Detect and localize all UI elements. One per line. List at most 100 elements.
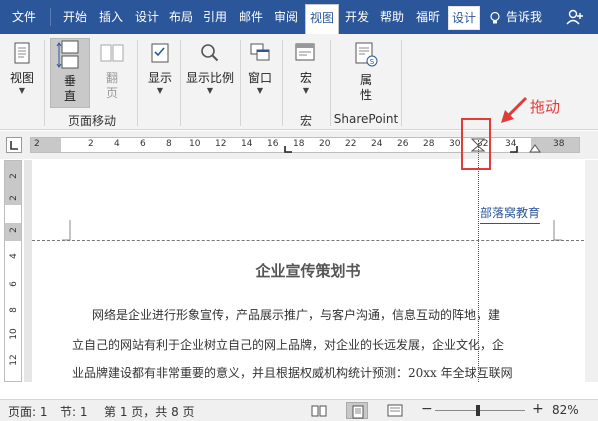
tab-help[interactable]: 帮助: [377, 6, 407, 28]
vruler-tick: 12: [9, 354, 19, 366]
chevron-down-icon: ▼: [256, 86, 264, 95]
views-button[interactable]: 视图 ▼: [4, 40, 40, 96]
left-tab-stop-icon[interactable]: [283, 146, 293, 154]
ruler-tick: 24: [371, 139, 383, 149]
views-label: 视图: [9, 71, 34, 85]
tab-home[interactable]: 开始: [60, 6, 90, 28]
vruler-tick: 2: [9, 173, 19, 179]
ruler-tick: 6: [140, 139, 146, 149]
document-page[interactable]: 部落窝教育 企业宣传策划书 网络是企业进行形象宣传，产品展示推广，与客户沟通，信…: [32, 160, 584, 382]
group-separator: [180, 40, 181, 126]
body-line[interactable]: 立自己的网站有利于企业树立自己的网上品牌，对企业的长远发展，企业文化，企: [72, 336, 542, 353]
tab-developer[interactable]: 开发: [342, 6, 372, 28]
tab-references[interactable]: 引用: [200, 6, 230, 28]
page-icon: [352, 405, 364, 419]
ruler-tick: 38: [553, 139, 565, 149]
print-layout-button[interactable]: [346, 402, 368, 419]
show-label: 显示: [147, 71, 172, 85]
ruler-tick: 20: [319, 139, 331, 149]
ruler-tick: 18: [293, 139, 305, 149]
show-checkbox-icon: [151, 43, 169, 63]
macros-button[interactable]: 宏 ▼: [288, 40, 324, 96]
show-button[interactable]: 显示 ▼: [142, 40, 178, 96]
section-indicator[interactable]: 节: 1: [60, 403, 88, 420]
vertical-scrollbar[interactable]: [585, 160, 598, 382]
chevron-down-icon: ▼: [206, 86, 214, 95]
vertical-button[interactable]: 垂 直: [50, 38, 90, 108]
window-icon: [250, 43, 270, 61]
macros-group-label: 宏: [299, 114, 312, 128]
group-separator: [282, 40, 283, 126]
sharepoint-properties-icon: S: [355, 42, 378, 67]
tab-file[interactable]: 文件: [6, 6, 42, 28]
tab-view[interactable]: 视图: [305, 4, 339, 34]
svg-text:S: S: [370, 58, 375, 66]
ruler-tick: 12: [215, 139, 227, 149]
share-icon[interactable]: [566, 9, 584, 25]
tab-design-context[interactable]: 设计: [448, 6, 480, 30]
zoom-button[interactable]: 显示比例 ▼: [182, 40, 238, 96]
magnifier-icon: [201, 44, 219, 62]
tab-layout[interactable]: 布局: [166, 6, 196, 28]
side-to-side-label: 翻 页: [105, 71, 118, 100]
ruler-tick: 30: [449, 139, 461, 149]
ruler-bar: 2 2 4 6 8 10 12 14 16 18 20 22 24 26 28 …: [0, 131, 598, 159]
side-to-side-button[interactable]: 翻 页: [94, 40, 130, 101]
vruler-tick: 10: [9, 328, 19, 340]
window-button[interactable]: 窗口 ▼: [242, 40, 278, 96]
tab-mailings[interactable]: 邮件: [236, 6, 266, 28]
vertical-ruler[interactable]: 2 2 2 4 6 8 10 12: [4, 160, 22, 382]
horizontal-ruler[interactable]: 2 2 4 6 8 10 12 14 16 18 20 22 24 26 28 …: [30, 137, 580, 153]
tab-selector-button[interactable]: [6, 137, 22, 153]
ruler-tick: 16: [267, 139, 279, 149]
highlight-box: [461, 118, 491, 170]
properties-button[interactable]: S 属 性: [348, 40, 384, 103]
zoom-label: 显示比例: [185, 71, 234, 85]
group-separator: [44, 40, 45, 126]
header-text[interactable]: 部落窝教育: [480, 204, 541, 224]
chevron-down-icon: ▼: [156, 86, 164, 95]
arrow-icon: [501, 96, 528, 123]
group-separator: [137, 40, 138, 126]
tab-separator: [50, 8, 51, 26]
zoom-out-button[interactable]: −: [421, 401, 433, 417]
body-line[interactable]: 业品牌建设都有非常重要的意义，并且根据权威机构统计预测：20xx 年全球互联网: [72, 364, 542, 381]
tab-design[interactable]: 设计: [132, 6, 162, 28]
tab-foxit[interactable]: 福昕: [413, 6, 443, 28]
ruler-tick: 10: [189, 139, 201, 149]
body-line[interactable]: 网络是企业进行形象宣传，产品展示推广，与客户沟通，信息互动的阵地，建: [92, 306, 562, 323]
vertical-pages-icon: [56, 40, 79, 69]
zoom-slider[interactable]: [435, 410, 525, 411]
tab-review[interactable]: 审阅: [271, 6, 301, 28]
zoom-in-button[interactable]: +: [532, 401, 544, 417]
ruler-tick: 22: [345, 139, 357, 149]
vruler-tick: 6: [9, 281, 19, 287]
document-title[interactable]: 企业宣传策划书: [32, 260, 584, 281]
page-indicator[interactable]: 页面: 1: [8, 403, 48, 420]
macro-icon: [295, 43, 315, 61]
read-mode-button[interactable]: [308, 402, 330, 419]
ruler-tick: 4: [114, 139, 120, 149]
ruler-tick: 8: [166, 139, 172, 149]
drag-annotation-label: 拖动: [530, 98, 561, 116]
tell-me-search[interactable]: 告诉我: [488, 6, 542, 28]
ribbon-tab-bar: 文件 开始 插入 设计 布局 引用 邮件 审阅 视图 开发 帮助 福昕 设计 告…: [0, 0, 598, 34]
zoom-slider-thumb[interactable]: [476, 405, 480, 416]
ruler-tick: 28: [423, 139, 435, 149]
right-indent-marker-icon[interactable]: [529, 144, 541, 154]
document-canvas: 部落窝教育 企业宣传策划书 网络是企业进行形象宣传，产品展示推广，与客户沟通，信…: [24, 160, 584, 382]
page-count[interactable]: 第 1 页，共 8 页: [104, 403, 195, 420]
right-tab-stop-icon[interactable]: [509, 146, 519, 154]
header-separator-line: [32, 240, 584, 241]
vertical-label: 垂 直: [63, 74, 76, 103]
properties-label: 属 性: [359, 73, 372, 102]
side-by-side-pages-icon: [100, 44, 124, 62]
window-label: 窗口: [247, 71, 272, 85]
page-movement-group-label: 页面移动: [67, 114, 116, 128]
drag-guide-line: [478, 140, 479, 382]
zoom-level[interactable]: 82%: [552, 403, 579, 417]
web-layout-button[interactable]: [384, 402, 406, 419]
group-separator: [330, 40, 331, 126]
status-bar: 页面: 1 节: 1 第 1 页，共 8 页 − + 82%: [0, 399, 598, 421]
tab-insert[interactable]: 插入: [96, 6, 126, 28]
